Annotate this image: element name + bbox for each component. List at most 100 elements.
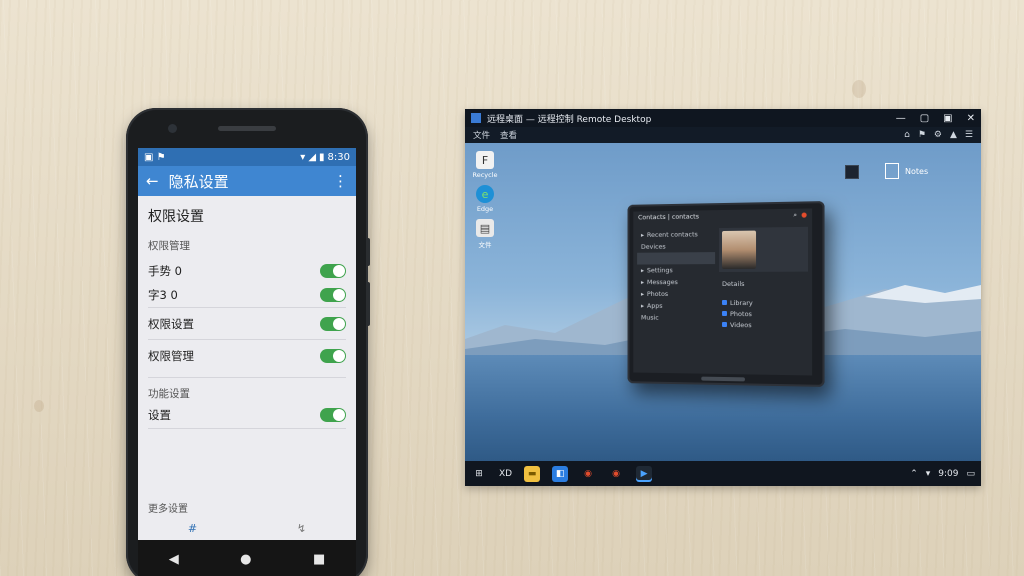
chevron-right-icon: ▸	[640, 290, 645, 298]
toggle-switch[interactable]	[320, 407, 346, 422]
setting-row[interactable]: 权限管理	[148, 339, 346, 371]
contact-card[interactable]	[719, 226, 809, 273]
menu-view[interactable]: 查看	[500, 129, 517, 141]
video-icon	[722, 321, 727, 328]
desktop-icon[interactable]: F Recycle	[471, 151, 499, 179]
remote-desktop-taskbar-icon[interactable]: ▶	[636, 465, 653, 482]
detail-row[interactable]: Photos	[719, 308, 808, 319]
tray-network-icon[interactable]: ▾	[926, 469, 931, 479]
bottom-label: 更多设置	[148, 504, 188, 515]
maximize-icon[interactable]: ▣	[943, 113, 952, 124]
back-arrow-icon[interactable]: ←	[146, 172, 159, 190]
chrome-icon[interactable]: ●	[801, 210, 807, 219]
remote-desktop-window: 远程桌面 — 远程控制 Remote Desktop — ▢ ▣ ✕ 文件 查看…	[465, 109, 981, 486]
tablet-list: ▸ Recent contacts Devices ▸ Settings ▸ Mess…	[637, 228, 716, 324]
list-item-label: Music	[640, 313, 659, 322]
wood-knot	[34, 400, 44, 412]
chevron-right-icon: ▸	[640, 231, 645, 239]
toggle-switch[interactable]	[320, 288, 346, 302]
signal-icon: ◢	[308, 151, 317, 163]
phone-status-bar: ▣ ⚑ ▾ ◢ ▮ 8:30	[138, 148, 356, 166]
desktop-shortcut[interactable]	[845, 165, 859, 179]
upload-icon[interactable]: ▲	[950, 130, 957, 140]
power-key[interactable]	[366, 282, 370, 326]
toggle-switch[interactable]	[320, 348, 346, 363]
gear-icon[interactable]: ⚙	[934, 130, 942, 140]
more-vert-icon[interactable]: ⋮	[333, 172, 348, 190]
file-explorer-icon[interactable]: ▬	[524, 465, 541, 482]
list-item[interactable]: ▸ Photos	[637, 288, 715, 300]
bottom-tab-bar: # ↯	[138, 516, 356, 540]
desktop-icon[interactable]: e Edge	[471, 185, 499, 213]
detail-row[interactable]: Videos	[719, 319, 808, 331]
toggle-switch[interactable]	[320, 316, 346, 331]
detail-label: Details	[722, 279, 745, 288]
setting-label: 手势 0	[148, 264, 182, 278]
app-square-icon	[845, 165, 859, 179]
minimize-icon[interactable]: —	[896, 113, 906, 124]
nav-back-icon[interactable]: ◀	[169, 552, 179, 567]
settings-body: 权限设置 权限管理 手势 0 字3 0 权限设置 权限管理 功能设置 设置	[138, 196, 356, 429]
tray-up-arrow-icon[interactable]: ⌃	[910, 469, 918, 479]
home-icon[interactable]: ⌂	[904, 130, 910, 140]
status-time: 8:30	[327, 151, 350, 163]
nav-recents-icon[interactable]: ■	[313, 552, 325, 567]
phone-screen: ▣ ⚑ ▾ ◢ ▮ 8:30 ← 隐私设置 ⋮ 权限设置 权限管理 手势 0 字…	[138, 148, 356, 576]
list-item[interactable]: Devices	[637, 240, 715, 253]
detail-row[interactable]: Library	[719, 297, 808, 308]
subsection-label: 功能设置	[148, 377, 346, 401]
photo-icon	[722, 310, 727, 317]
setting-label: 字3 0	[148, 288, 178, 302]
app-bar-title: 隐私设置	[168, 172, 229, 191]
nav-home-icon[interactable]: ●	[240, 552, 251, 567]
list-item-label: Messages	[646, 278, 678, 287]
edge-browser-icon: e	[476, 185, 494, 203]
search-icon[interactable]: ⌕	[793, 210, 797, 219]
menu-icon[interactable]: ☰	[965, 130, 973, 140]
tablet-header: Contacts | contacts ⌕ ●	[633, 208, 812, 223]
detail-label: Photos	[729, 309, 752, 318]
list-item-label: Photos	[646, 290, 669, 298]
menu-file[interactable]: 文件	[473, 129, 490, 141]
wood-knot	[852, 80, 866, 98]
chevron-right-icon: ▸	[640, 266, 645, 275]
document-icon: ▤	[476, 219, 494, 237]
front-camera	[168, 124, 177, 133]
start-windows-icon[interactable]: ⊞	[471, 466, 487, 482]
chrome-icon[interactable]: ◉	[580, 466, 596, 482]
list-item[interactable]: ▸ Messages	[637, 276, 715, 288]
list-item-selected[interactable]	[637, 252, 716, 265]
list-item[interactable]: ▸ Recent contacts	[637, 228, 715, 241]
chrome-canary-icon[interactable]: ◉	[608, 466, 624, 482]
tab-home[interactable]: #	[188, 522, 197, 535]
notification-icon[interactable]: ▭	[966, 469, 975, 479]
store-icon[interactable]: ◧	[552, 465, 569, 482]
desktop-icon[interactable]: ▤ 文件	[471, 219, 499, 249]
list-item-label: Apps	[646, 301, 663, 310]
detail-row[interactable]: Details	[719, 278, 808, 289]
close-icon[interactable]: ✕	[967, 113, 975, 124]
notes-shortcut[interactable]: Notes	[885, 163, 928, 179]
android-nav-bar: ◀ ● ■	[138, 540, 356, 576]
setting-row[interactable]: 权限设置	[148, 307, 346, 339]
setting-row[interactable]: 字3 0	[148, 283, 346, 307]
flag-icon[interactable]: ⚑	[918, 130, 926, 140]
list-item[interactable]: ▸ Apps	[637, 300, 715, 312]
chevron-right-icon: ▸	[640, 301, 645, 310]
page-title: 权限设置	[148, 209, 204, 225]
setting-row[interactable]: 手势 0	[148, 259, 346, 283]
toggle-switch[interactable]	[320, 264, 346, 278]
list-item[interactable]: Music	[637, 312, 715, 324]
wifi-icon: ▾	[300, 151, 306, 163]
tab-share[interactable]: ↯	[297, 522, 306, 535]
setting-row[interactable]: 设置	[148, 401, 346, 429]
notes-icon	[885, 163, 899, 179]
list-item[interactable]: ▸ Settings	[637, 264, 715, 276]
taskbar-search[interactable]: XD	[499, 469, 512, 479]
setting-label: 权限管理	[148, 348, 194, 363]
volume-key[interactable]	[366, 238, 370, 266]
restore-icon[interactable]: ▢	[920, 113, 929, 124]
desktop-icon-label: Edge	[476, 205, 494, 213]
windows-taskbar: ⊞ XD ▬ ◧ ◉ ◉ ▶ ⌃ ▾ 9:09 ▭	[465, 461, 981, 486]
window-controls: — ▢ ▣ ✕	[896, 113, 975, 124]
